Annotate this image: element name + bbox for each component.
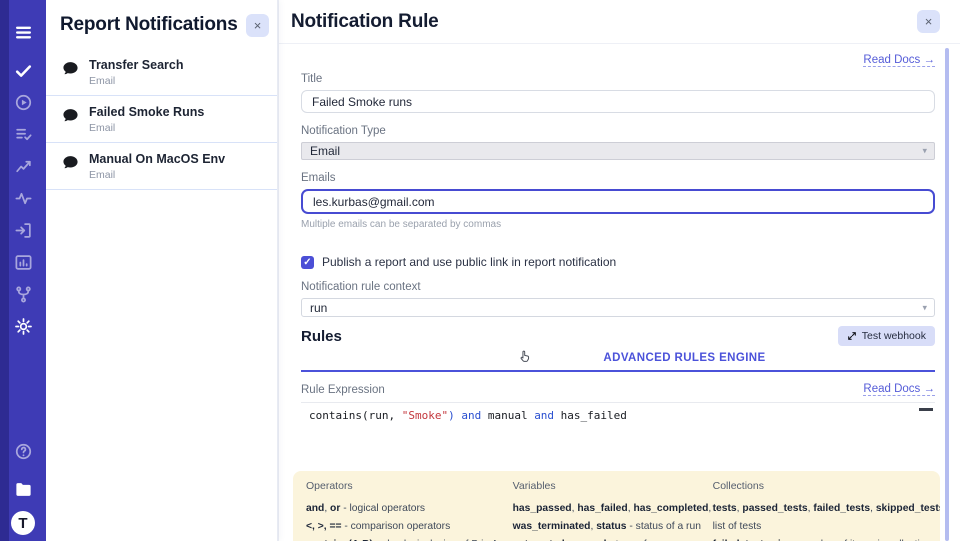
emails-input[interactable] [301, 189, 935, 214]
close-icon[interactable]: × [246, 14, 269, 37]
chat-bubble-icon [62, 152, 79, 176]
expression-help-panel: Operators and, or - logical operators<, >… [293, 471, 940, 541]
rules-tab-bar: ADVANCED RULES ENGINE [301, 347, 935, 372]
help-column-header: Operators [306, 480, 513, 492]
bar-chart-icon[interactable] [7, 246, 39, 278]
emails-label: Emails [301, 172, 935, 184]
page-title: Notification Rule [291, 11, 439, 33]
menu-icon[interactable] [7, 16, 39, 48]
import-icon[interactable] [7, 214, 39, 246]
panel-title: Report Notifications [60, 14, 238, 36]
test-webhook-button[interactable]: Test webhook [838, 326, 935, 346]
help-line: automated, manual - type of a run [513, 536, 713, 541]
gear-icon[interactable] [7, 310, 39, 342]
check-icon[interactable] [7, 54, 39, 86]
list-item[interactable]: Transfer Search Email [46, 49, 277, 96]
help-line: <, >, == - comparison operators [306, 518, 513, 536]
branch-icon[interactable] [7, 278, 39, 310]
brand-logo[interactable]: T [11, 511, 35, 535]
rules-heading: Rules [301, 328, 342, 345]
sidebar-icons [0, 0, 46, 342]
list-item[interactable]: Manual On MacOS Env Email [46, 143, 277, 190]
help-line: failed_tests.size - number of items in c… [713, 536, 940, 541]
help-line: list of tests [713, 518, 940, 536]
trending-steps-icon[interactable] [7, 150, 39, 182]
chevron-down-icon: ▾ [922, 145, 927, 156]
notification-type-value: Email [310, 144, 340, 158]
title-input[interactable] [301, 90, 935, 113]
publish-report-checkbox-row[interactable]: ✓ Publish a report and use public link i… [301, 255, 935, 269]
cursor-pointer-icon [517, 349, 532, 364]
emails-helper-text: Multiple emails can be separated by comm… [301, 219, 935, 230]
title-label: Title [301, 73, 935, 85]
notification-rule-panel: Notification Rule × Read Docs → Title No… [278, 0, 960, 541]
editor-scroll-dash [919, 408, 933, 411]
activity-icon[interactable] [7, 182, 39, 214]
rule-context-select[interactable]: run ▾ [301, 298, 935, 317]
help-column-collections: Collections tests, passed_tests, failed_t… [713, 480, 940, 541]
rule-expression-editor[interactable]: contains(run, "Smoke") and manual and ha… [301, 402, 935, 471]
help-column-operators: Operators and, or - logical operators<, >… [306, 480, 513, 541]
publish-report-label: Publish a report and use public link in … [322, 255, 616, 269]
sidebar-bottom-icons: T [0, 435, 46, 535]
play-circle-icon[interactable] [7, 86, 39, 118]
chat-bubble-icon [62, 105, 79, 129]
help-line: has_passed, has_failed, has_completed, [513, 500, 713, 518]
app-window: T Report Notifications × Transfer Search… [0, 0, 960, 541]
help-line: tests, passed_tests, failed_tests, skipp… [713, 500, 940, 518]
chat-bubble-icon [62, 58, 79, 82]
notification-title: Transfer Search [89, 58, 184, 72]
chevron-down-icon: ▾ [922, 302, 927, 313]
help-icon[interactable] [7, 435, 39, 467]
notification-subtitle: Email [89, 169, 225, 181]
report-notifications-panel: Report Notifications × Transfer Search Em… [46, 0, 278, 541]
notification-list: Transfer Search Email Failed Smoke Runs Ema… [46, 49, 277, 190]
webhook-arrows-icon [847, 331, 857, 341]
notification-title: Manual On MacOS Env [89, 152, 225, 166]
notification-type-select[interactable]: Email ▾ [301, 142, 935, 160]
vertical-scrollbar[interactable] [945, 48, 949, 541]
rule-expression-code: contains(run, "Smoke") and manual and ha… [301, 403, 935, 422]
read-docs-link[interactable]: Read Docs → [863, 383, 935, 396]
help-column-header: Variables [513, 480, 713, 492]
list-check-icon[interactable] [7, 118, 39, 150]
app-sidebar: T [0, 0, 46, 541]
help-line: contains(A,B) - checks inclusion of B in… [306, 536, 513, 541]
notification-title: Failed Smoke Runs [89, 105, 204, 119]
close-icon[interactable]: × [917, 10, 940, 33]
list-item[interactable]: Failed Smoke Runs Email [46, 96, 277, 143]
tab-advanced-rules-engine[interactable]: ADVANCED RULES ENGINE [603, 352, 765, 364]
help-line: was_terminated, status - status of a run [513, 518, 713, 536]
rule-context-value: run [310, 301, 327, 315]
help-line: and, or - logical operators [306, 500, 513, 518]
test-webhook-label: Test webhook [862, 330, 926, 342]
read-docs-link[interactable]: Read Docs → [863, 54, 935, 67]
folder-icon[interactable] [7, 473, 39, 505]
rule-context-label: Notification rule context [301, 281, 935, 293]
checkbox-checked-icon[interactable]: ✓ [301, 256, 314, 269]
notification-subtitle: Email [89, 75, 184, 87]
rule-expression-label: Rule Expression [301, 384, 385, 396]
help-column-variables: Variables has_passed, has_failed, has_com… [513, 480, 713, 541]
help-column-header: Collections [713, 480, 940, 492]
notification-type-label: Notification Type [301, 125, 935, 137]
notification-subtitle: Email [89, 122, 204, 134]
